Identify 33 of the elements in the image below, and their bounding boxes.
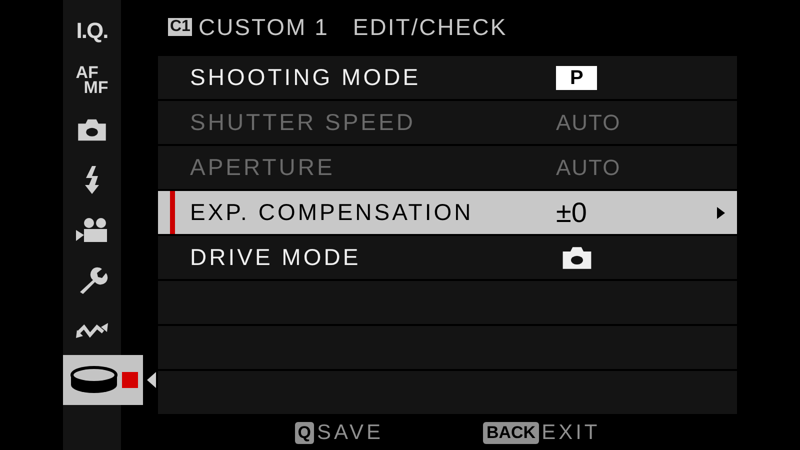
setting-value: AUTO xyxy=(556,109,621,137)
menu-tab[interactable]: AF MF xyxy=(63,55,121,105)
image-quality-label: I.Q. xyxy=(76,16,108,44)
menu-tab[interactable]: I.Q. xyxy=(63,5,121,55)
zigzag-arrow-icon xyxy=(75,321,109,339)
footer-action: EXIT xyxy=(542,420,600,446)
setting-label: SHUTTER SPEED xyxy=(190,108,416,138)
square-marker-icon xyxy=(122,372,138,388)
camera-icon xyxy=(76,118,108,142)
flash-icon xyxy=(83,166,101,194)
pointer-icon xyxy=(147,372,156,388)
setting-value: ±0 xyxy=(556,196,587,230)
footer-action: SAVE xyxy=(316,420,384,446)
focus-label: AF xyxy=(76,65,98,80)
setting-label: EXP. COMPENSATION xyxy=(190,198,474,228)
dial-icon xyxy=(68,365,118,395)
selection-bar xyxy=(170,191,175,234)
menu-title: CUSTOM 1 xyxy=(198,12,329,42)
setting-label: DRIVE MODE xyxy=(190,243,362,272)
setting-value: AUTO xyxy=(556,154,621,182)
setting-label: SHOOTING MODE xyxy=(190,63,422,92)
focus-label: MF xyxy=(82,80,108,95)
menu-subtitle: EDIT/CHECK xyxy=(352,12,508,42)
menu-row[interactable]: DRIVE MODE xyxy=(158,236,737,279)
right-arrow-icon xyxy=(717,206,725,218)
menu-row[interactable]: EXP. COMPENSATION ±0 xyxy=(158,191,737,234)
key-badge: Q xyxy=(294,422,314,444)
setting-label: APERTURE xyxy=(190,153,336,182)
key-badge: BACK xyxy=(483,422,539,444)
movie-camera-icon xyxy=(75,217,109,243)
custom-badge: C1 xyxy=(168,18,192,36)
mode-badge: P xyxy=(556,66,598,90)
menu-row[interactable]: SHOOTING MODE P xyxy=(158,56,737,99)
